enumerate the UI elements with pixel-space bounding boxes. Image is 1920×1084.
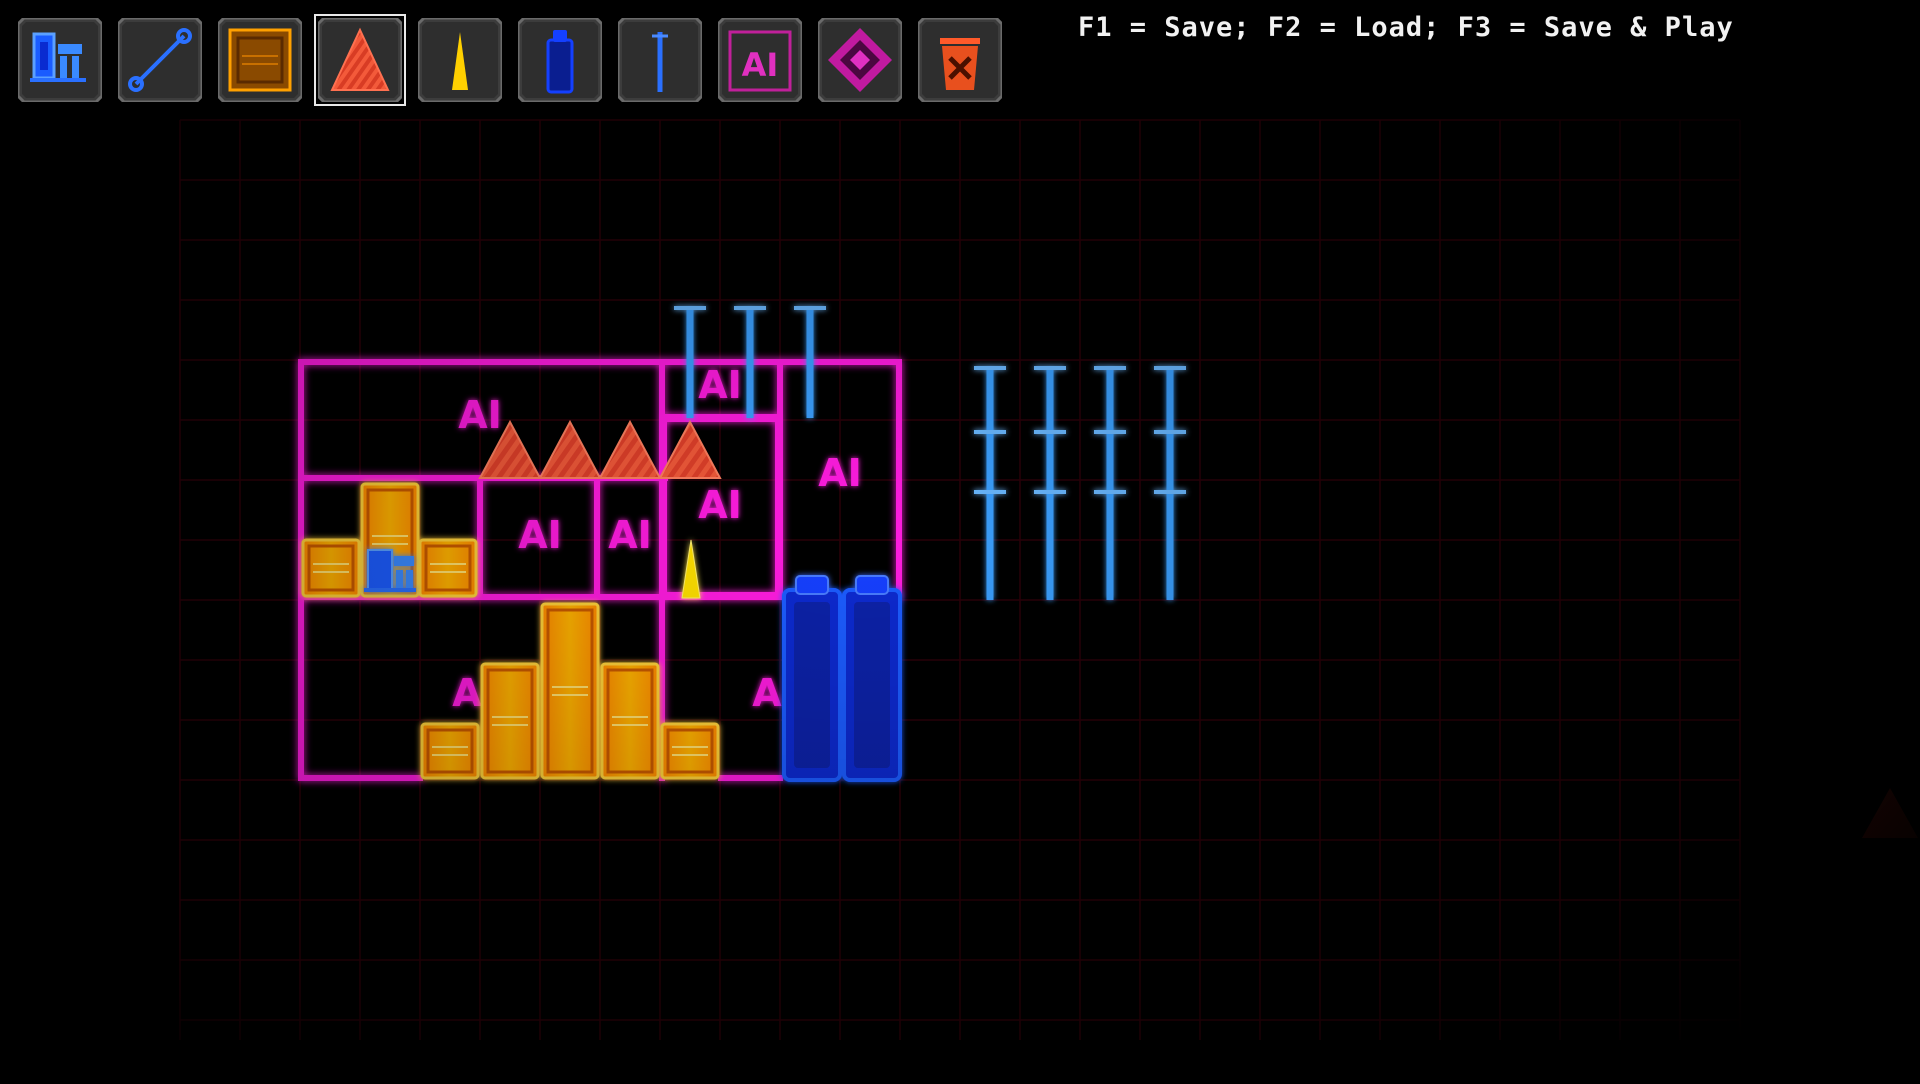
tool-antenna-pole-button[interactable]: [618, 18, 702, 102]
svg-text:AI: AI: [742, 46, 779, 84]
tool-player-robot-button[interactable]: [18, 18, 102, 102]
tool-link-line-button[interactable]: [118, 18, 202, 102]
tool-diamond-target-button[interactable]: [818, 18, 902, 102]
crate-icon: [218, 18, 302, 102]
diamond-target-icon: [818, 18, 902, 102]
tool-crate-button[interactable]: [218, 18, 302, 102]
level-editor-stage[interactable]: AIAIAIAIAIAIAIAI: [0, 0, 1920, 1080]
player-robot-icon: [18, 18, 102, 102]
antenna-pole-icon: [618, 18, 702, 102]
tool-trash-button[interactable]: [918, 18, 1002, 102]
key-hint: F1 = Save; F2 = Load; F3 = Save & Play: [1078, 12, 1734, 43]
link-line-icon: [118, 18, 202, 102]
tool-yellow-spike-button[interactable]: [418, 18, 502, 102]
tool-blue-canister-button[interactable]: [518, 18, 602, 102]
level-canvas[interactable]: AIAIAIAIAIAIAIAI: [0, 0, 1920, 1080]
tool-spike-button[interactable]: [314, 14, 406, 106]
blue-canister-icon: [518, 18, 602, 102]
ai-block-icon: AI: [718, 18, 802, 102]
tool-ai-block-button[interactable]: AI: [718, 18, 802, 102]
vignette: [0, 0, 1920, 1080]
yellow-spike-icon: [418, 18, 502, 102]
trash-icon: [918, 18, 1002, 102]
spike-icon: [318, 18, 402, 102]
